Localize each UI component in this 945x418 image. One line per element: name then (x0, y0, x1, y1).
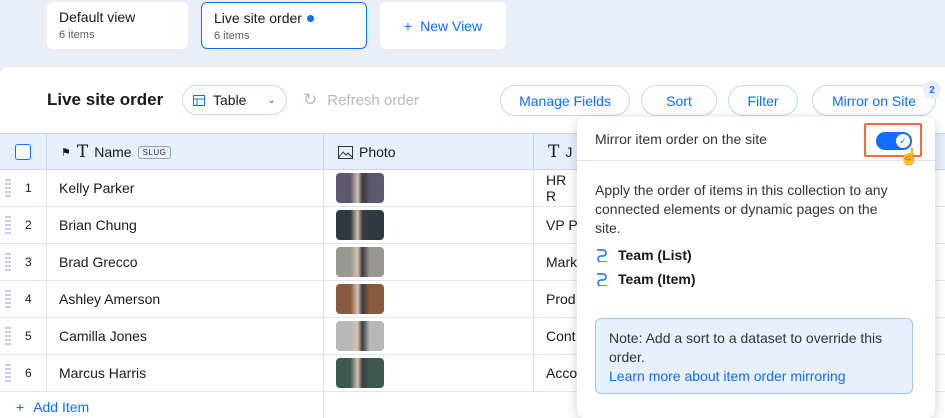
linked-dataset-label: Team (Item) (618, 271, 696, 287)
layout-select[interactable]: Table ⌄ (182, 85, 287, 115)
manage-fields-button[interactable]: Manage Fields (500, 85, 630, 116)
view-tab-default[interactable]: Default view 6 items (47, 2, 188, 49)
mirror-count-badge: 2 (923, 81, 941, 99)
linked-dataset-team-list[interactable]: Team (List) (595, 247, 692, 263)
photo-thumbnail (336, 247, 384, 277)
view-tab-count: 6 items (59, 29, 95, 41)
row-number-cell: 1 (0, 170, 47, 206)
learn-more-link[interactable]: Learn more about item order mirroring (609, 367, 899, 386)
photo-cell[interactable] (324, 355, 534, 391)
sort-button[interactable]: Sort (641, 85, 717, 116)
column-third-label: J (565, 144, 573, 160)
row-number-cell: 6 (0, 355, 47, 391)
photo-cell[interactable] (324, 244, 534, 280)
mirror-on-site-button[interactable]: Mirror on Site (812, 85, 936, 116)
title-cell[interactable]: HR R (534, 170, 579, 206)
photo-cell[interactable] (324, 170, 534, 206)
title-cell[interactable]: VP P (534, 207, 579, 243)
popover-header: Mirror item order on the site ✓ ☝ (577, 117, 935, 166)
flag-icon: ⚑ (61, 146, 71, 159)
photo-cell[interactable] (324, 207, 534, 243)
row-number: 4 (25, 292, 32, 306)
name-cell[interactable]: Ashley Amerson (47, 281, 324, 317)
photo-thumbnail (336, 210, 384, 240)
refresh-order-label: Refresh order (327, 91, 419, 109)
mirror-popover: Mirror item order on the site ✓ ☝ Apply … (577, 117, 935, 418)
add-item-label: Add Item (33, 399, 90, 415)
image-type-icon (338, 145, 353, 159)
hand-cursor-icon: ☝ (899, 149, 919, 166)
linked-dataset-label: Team (List) (618, 247, 692, 263)
page-title: Live site order (47, 90, 164, 109)
row-number-cell: 2 (0, 207, 47, 243)
photo-thumbnail (336, 358, 384, 388)
plus-icon: + (403, 17, 413, 34)
info-note: Note: Add a sort to a dataset to overrid… (595, 318, 913, 394)
drag-handle-icon[interactable] (5, 289, 11, 309)
text-type-icon: T (548, 142, 560, 162)
view-tab-name: Default view (59, 9, 136, 25)
unsaved-dot-icon (306, 14, 314, 22)
column-header-photo[interactable]: Photo (324, 134, 534, 170)
drag-handle-icon[interactable] (5, 326, 11, 346)
name-cell[interactable]: Kelly Parker (47, 170, 324, 206)
row-number-cell: 4 (0, 281, 47, 317)
row-number-cell: 5 (0, 318, 47, 354)
select-all-checkbox[interactable] (15, 144, 31, 160)
dataset-link-icon (597, 249, 607, 262)
row-number: 2 (25, 218, 32, 232)
view-tab-live-site-order[interactable]: Live site order 6 items (201, 2, 367, 49)
chevron-down-icon: ⌄ (267, 94, 276, 106)
table-icon (193, 94, 205, 106)
drag-handle-icon[interactable] (5, 215, 11, 235)
toggle-label: Mirror item order on the site (595, 131, 767, 147)
title-cell[interactable]: Mark (534, 244, 579, 280)
slug-tag: SLUG (137, 145, 172, 159)
view-tab-count: 6 items (214, 30, 250, 42)
row-number: 6 (25, 366, 32, 380)
refresh-order-button[interactable]: ↻ Refresh order (303, 90, 419, 110)
row-number: 3 (25, 255, 32, 269)
drag-handle-icon[interactable] (5, 363, 11, 383)
column-divider (323, 392, 324, 418)
name-cell[interactable]: Camilla Jones (47, 318, 324, 354)
column-header-name[interactable]: ⚑ T Name SLUG (47, 134, 324, 170)
title-cell[interactable]: Cont (534, 318, 579, 354)
photo-thumbnail (336, 173, 384, 203)
filter-button[interactable]: Filter (728, 85, 798, 116)
name-cell[interactable]: Marcus Harris (47, 355, 324, 391)
new-view-button[interactable]: + New View (380, 2, 506, 49)
column-name-label: Name (94, 144, 132, 160)
dataset-link-icon (597, 273, 607, 286)
drag-handle-icon[interactable] (5, 178, 11, 198)
row-number: 5 (25, 329, 32, 343)
popover-description: Apply the order of items in this collect… (595, 182, 888, 236)
drag-handle-icon[interactable] (5, 252, 11, 272)
row-number-cell: 3 (0, 244, 47, 280)
refresh-icon: ↻ (303, 90, 318, 109)
photo-thumbnail (336, 321, 384, 351)
title-cell[interactable]: Prod (534, 281, 579, 317)
name-cell[interactable]: Brian Chung (47, 207, 324, 243)
photo-cell[interactable] (324, 281, 534, 317)
title-cell[interactable]: Acco (534, 355, 579, 391)
add-item-button[interactable]: + Add Item (16, 399, 89, 415)
row-number: 1 (25, 181, 32, 195)
plus-icon: + (16, 399, 25, 415)
linked-dataset-team-item[interactable]: Team (Item) (595, 271, 696, 287)
name-cell[interactable]: Brad Grecco (47, 244, 324, 280)
select-all-cell (0, 134, 47, 170)
view-tab-name: Live site order (214, 10, 354, 26)
column-photo-label: Photo (359, 144, 396, 160)
photo-cell[interactable] (324, 318, 534, 354)
toggle-highlight: ✓ ☝ (864, 123, 922, 166)
view-tab-name-text: Live site order (214, 10, 302, 26)
photo-thumbnail (336, 284, 384, 314)
text-type-icon: T (76, 142, 89, 162)
new-view-label: New View (420, 17, 483, 34)
note-text: Note: Add a sort to a dataset to overrid… (609, 330, 883, 365)
layout-select-value: Table (213, 92, 247, 108)
check-icon: ✓ (896, 134, 910, 148)
